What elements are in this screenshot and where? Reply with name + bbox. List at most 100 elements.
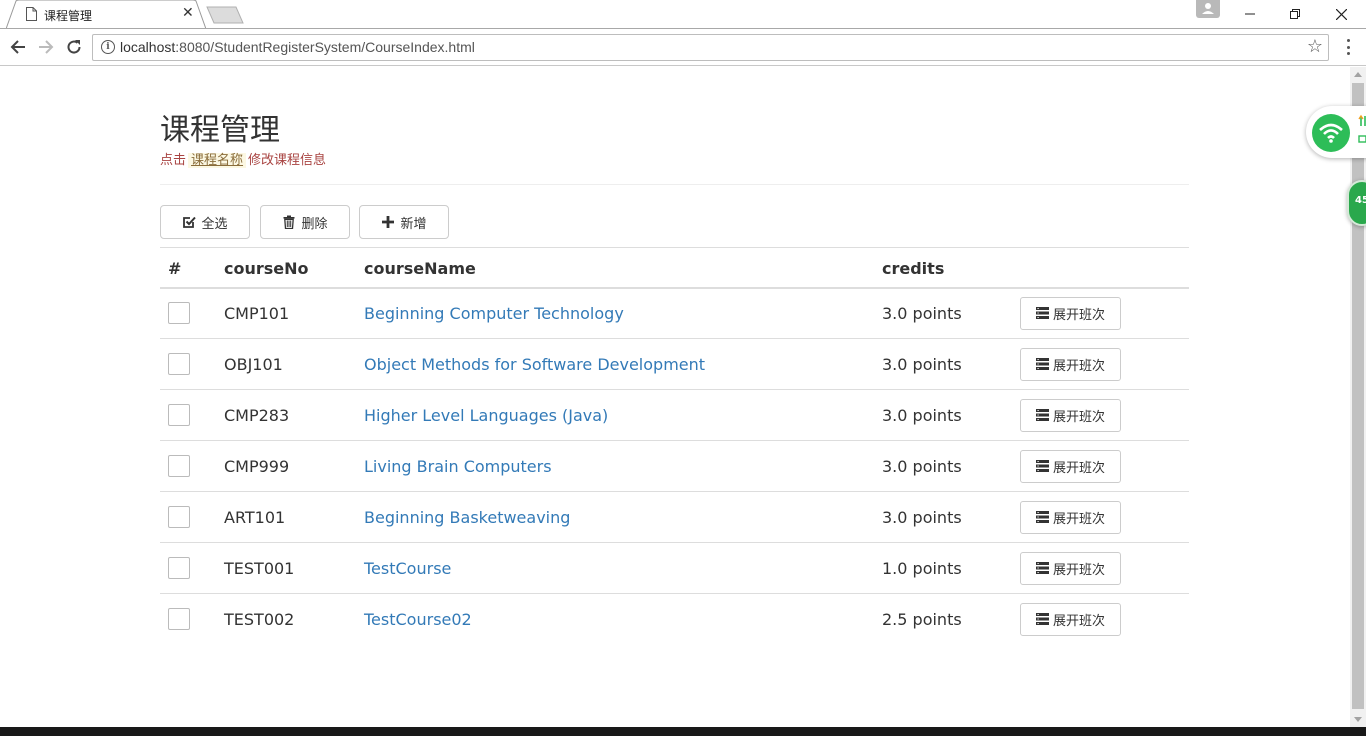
course-no: ART101 (224, 491, 364, 543)
course-name-link[interactable]: Object Methods for Software Development (364, 355, 705, 374)
page-icon (26, 7, 37, 21)
course-credits: 3.0 points (882, 338, 1020, 390)
row-select-cell (160, 287, 224, 339)
row-checkbox[interactable] (168, 608, 190, 631)
reload-icon (67, 40, 81, 54)
page-scrollbar[interactable] (1350, 67, 1366, 727)
expand-sections-button[interactable]: 展开班次 (1020, 602, 1121, 636)
expand-sections-label: 展开班次 (1052, 562, 1105, 578)
tab-title: 课程管理 (44, 9, 93, 23)
close-window-button[interactable] (1318, 0, 1364, 28)
table-row: TEST001 TestCourse 1.0 points 展开班次 (160, 542, 1189, 594)
expand-sections-button[interactable]: 展开班次 (1020, 449, 1121, 483)
wifi-icon (1312, 114, 1350, 152)
course-name-link[interactable]: TestCourse02 (364, 610, 472, 629)
header-index: # (160, 247, 224, 289)
bookmark-star-icon[interactable]: ☆ (1307, 36, 1323, 57)
browser-toolbar: i localhost:8080/StudentRegisterSystem/C… (0, 28, 1366, 66)
profile-icon[interactable] (1196, 0, 1220, 18)
scroll-up-arrow-icon[interactable] (1354, 72, 1362, 77)
speed-widget[interactable]: 45 (1347, 180, 1366, 226)
course-name-link[interactable]: Higher Level Languages (Java) (364, 406, 608, 425)
add-label: 新增 (400, 216, 427, 232)
course-credits: 3.0 points (882, 287, 1020, 339)
expand-sections-button[interactable]: 展开班次 (1020, 296, 1121, 330)
row-actions-cell: 展开班次 (1020, 389, 1189, 441)
expand-sections-button[interactable]: 展开班次 (1020, 500, 1121, 534)
course-credits: 3.0 points (882, 389, 1020, 441)
forward-button[interactable] (36, 37, 56, 57)
address-bar[interactable]: i localhost:8080/StudentRegisterSystem/C… (92, 34, 1329, 61)
minimize-button[interactable] (1227, 0, 1273, 28)
row-select-cell (160, 440, 224, 492)
wifi-widget[interactable] (1306, 106, 1366, 158)
row-checkbox[interactable] (168, 302, 190, 325)
course-name-cell: Object Methods for Software Development (364, 338, 882, 390)
back-button[interactable] (8, 37, 28, 57)
course-credits: 3.0 points (882, 491, 1020, 543)
row-checkbox[interactable] (168, 404, 190, 426)
restore-button[interactable] (1272, 0, 1318, 28)
expand-sections-label: 展开班次 (1052, 409, 1105, 425)
row-select-cell (160, 594, 224, 645)
browser-tab-bar: 课程管理 ✕ (0, 0, 1366, 29)
course-name-cell: TestCourse02 (364, 594, 882, 645)
restore-icon (1290, 9, 1300, 19)
header-divider (160, 184, 1189, 185)
course-name-cell: Higher Level Languages (Java) (364, 389, 882, 441)
row-actions-cell: 展开班次 (1020, 287, 1189, 339)
new-tab-button[interactable] (206, 6, 244, 24)
course-name-link[interactable]: Living Brain Computers (364, 457, 552, 476)
expand-sections-label: 展开班次 (1052, 307, 1105, 323)
select-all-button[interactable]: 全选 (160, 205, 250, 239)
browser-menu-icon[interactable] (1344, 37, 1352, 57)
row-actions-cell: 展开班次 (1020, 542, 1189, 594)
url-text[interactable]: localhost:8080/StudentRegisterSystem/Cou… (120, 39, 475, 55)
browser-tab[interactable]: 课程管理 ✕ (6, 0, 206, 29)
row-checkbox[interactable] (168, 353, 190, 375)
course-name-cell: TestCourse (364, 542, 882, 594)
table-row: CMP999 Living Brain Computers 3.0 points… (160, 440, 1189, 492)
scroll-thumb[interactable] (1352, 83, 1364, 709)
expand-sections-button[interactable]: 展开班次 (1020, 398, 1121, 432)
page-title: 课程管理 (160, 113, 280, 148)
arrow-right-icon (39, 40, 54, 54)
header-credits: credits (882, 247, 1020, 289)
row-checkbox[interactable] (168, 455, 190, 477)
delete-button[interactable]: 删除 (260, 205, 350, 239)
table-row: TEST002 TestCourse02 2.5 points 展开班次 (160, 594, 1189, 645)
transfer-icon (1358, 114, 1366, 143)
row-select-cell (160, 491, 224, 543)
course-no: CMP999 (224, 440, 364, 492)
tab-close-icon[interactable]: ✕ (182, 6, 194, 20)
row-select-cell (160, 338, 224, 390)
course-name-cell: Living Brain Computers (364, 440, 882, 492)
course-name-link[interactable]: TestCourse (364, 559, 451, 578)
course-credits: 2.5 points (882, 609, 962, 629)
list-icon (1035, 358, 1049, 370)
course-no: TEST002 (224, 609, 295, 629)
info-icon[interactable]: i (101, 40, 115, 54)
list-icon (1035, 511, 1049, 523)
expand-sections-label: 展开班次 (1052, 358, 1105, 374)
course-name-link[interactable]: Beginning Basketweaving (364, 508, 570, 527)
add-button[interactable]: 新增 (359, 205, 449, 239)
row-checkbox[interactable] (168, 506, 190, 528)
expand-sections-label: 展开班次 (1052, 613, 1105, 629)
select-all-label: 全选 (201, 216, 228, 232)
expand-sections-button[interactable]: 展开班次 (1020, 347, 1121, 381)
table-row: CMP101 Beginning Computer Technology 3.0… (160, 287, 1189, 339)
row-actions-cell: 展开班次 (1020, 440, 1189, 492)
course-name-link[interactable]: Beginning Computer Technology (364, 304, 624, 323)
arrow-left-icon (10, 40, 25, 54)
scroll-down-arrow-icon[interactable] (1354, 717, 1362, 722)
reload-button[interactable] (64, 37, 84, 57)
row-select-cell (160, 542, 224, 594)
table-header-row: # courseNo courseName credits (160, 247, 1189, 289)
row-checkbox[interactable] (168, 557, 190, 579)
course-no: TEST001 (224, 542, 364, 594)
row-actions-cell: 展开班次 (1020, 594, 1189, 645)
expand-sections-button[interactable]: 展开班次 (1020, 551, 1121, 585)
close-icon (1335, 8, 1347, 20)
course-no: OBJ101 (224, 338, 364, 390)
